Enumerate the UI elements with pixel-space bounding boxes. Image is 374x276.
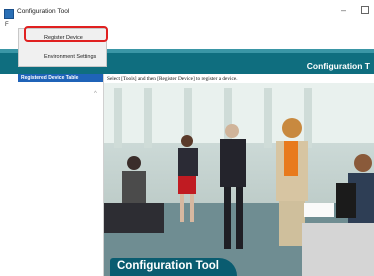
maximize-icon[interactable] xyxy=(361,6,369,14)
device-table-title: Registered Device Table xyxy=(21,75,79,81)
footer-title: Configuration Tool xyxy=(117,260,219,272)
menu-item-environment-settings[interactable]: Environment Settings xyxy=(19,50,106,64)
title-bar: Configuration Tool – xyxy=(0,0,374,26)
header-title: Configuration T xyxy=(306,61,370,71)
footer-banner: Configuration Tool xyxy=(110,258,237,276)
office-photo xyxy=(104,83,374,276)
app-icon xyxy=(4,9,14,19)
menu-file[interactable]: F xyxy=(5,22,9,28)
window-title: Configuration Tool xyxy=(17,8,70,15)
menu-item-label: Environment Settings xyxy=(44,54,97,60)
device-table-header: Registered Device Table xyxy=(18,74,103,82)
device-table-panel: Registered Device Table ^ xyxy=(18,74,104,276)
highlight-box xyxy=(24,26,108,42)
minimize-icon[interactable]: – xyxy=(341,5,346,15)
scroll-up-icon[interactable]: ^ xyxy=(94,91,97,97)
instruction-text: Select [Tools] and then [Register Device… xyxy=(107,76,238,82)
